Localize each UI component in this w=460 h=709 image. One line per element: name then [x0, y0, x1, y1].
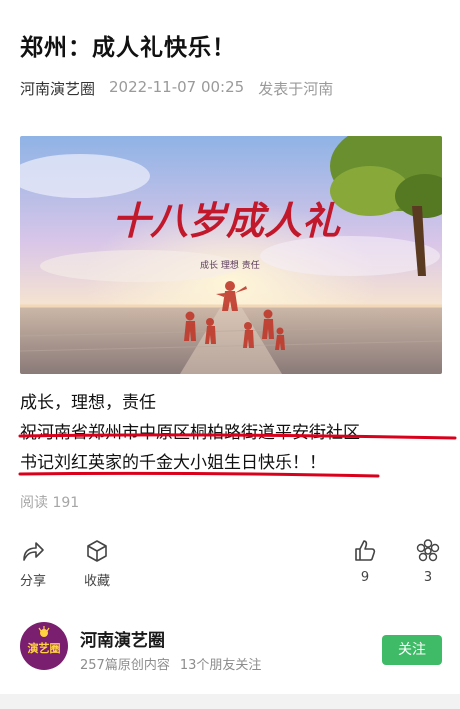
article-title: 郑州：成人礼快乐！ [20, 35, 236, 61]
account-name[interactable]: 河南演艺圈 [80, 626, 165, 651]
like-button[interactable]: 9 [352, 538, 378, 585]
collect-button[interactable]: 收藏 [84, 538, 110, 589]
banner-graphic: 十八岁成人礼 成长 理想 责任 [20, 136, 442, 374]
follow-button[interactable]: 关注 [382, 635, 442, 665]
original-count: 257篇原创内容 [80, 658, 170, 673]
friends-follow: 13个朋友关注 [179, 658, 262, 673]
banner-subtitle: 成长 理想 责任 [200, 259, 260, 271]
article-body: 成长，理想，责任 祝河南省郑州市中原区桐柏路街道平安街社区 书记刘红英家的千金大… [20, 388, 360, 478]
avatar-text: 演艺圈 [27, 642, 61, 655]
account-card[interactable]: 演艺圈 河南演艺圈 257篇原创内容 13个朋友关注 关注 [20, 622, 442, 682]
bottom-strip [0, 694, 460, 709]
thumbs-up-icon [355, 540, 376, 561]
banner-headline: 十八岁成人礼 [112, 198, 341, 243]
body-paragraph: 祝河南省郑州市中原区桐柏路街道平安街社区 [20, 423, 360, 443]
author-link[interactable]: 河南演艺圈 [20, 78, 95, 99]
avatar[interactable]: 演艺圈 [20, 622, 68, 670]
publish-datetime: 2022-11-07 00:25 [109, 78, 245, 96]
account-stats: 257篇原创内容 13个朋友关注 [80, 654, 261, 673]
article-meta: 河南演艺圈 2022-11-07 00:25 发表于河南 [20, 78, 333, 99]
share-button[interactable]: 分享 [20, 538, 46, 589]
share-label: 分享 [20, 574, 47, 589]
body-paragraph: 成长，理想，责任 [20, 393, 156, 413]
publish-location: 发表于河南 [258, 80, 334, 98]
like-count: 9 [360, 570, 370, 585]
share-icon [23, 542, 44, 561]
flower-icon [416, 539, 440, 562]
wow-button[interactable]: 3 [415, 538, 441, 585]
action-bar: 分享 收藏 9 3 [0, 538, 460, 589]
collect-label: 收藏 [84, 574, 111, 589]
wow-count: 3 [423, 570, 433, 585]
banner-image[interactable]: 十八岁成人礼 成长 理想 责任 [20, 136, 442, 374]
box-icon [87, 540, 107, 562]
read-count: 阅读 191 [20, 495, 80, 511]
body-paragraph: 书记刘红英家的千金大小姐生日快乐！！ [20, 453, 326, 473]
